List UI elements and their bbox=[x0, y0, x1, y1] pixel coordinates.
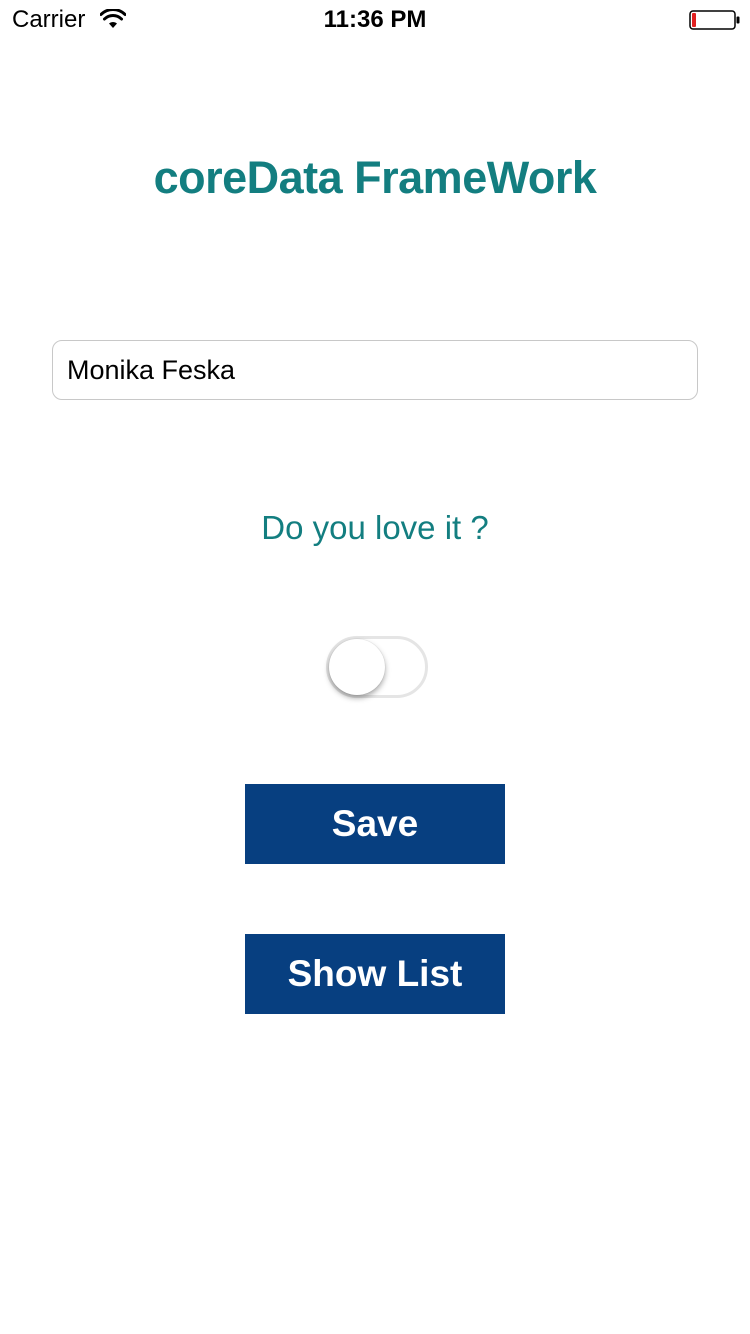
show-list-button[interactable]: Show List bbox=[245, 934, 505, 1014]
battery-low-icon bbox=[689, 10, 740, 30]
toggle-knob bbox=[329, 639, 385, 695]
love-toggle-switch[interactable] bbox=[326, 636, 428, 698]
love-question-label: Do you love it ? bbox=[261, 509, 489, 546]
status-bar: Carrier 11:36 PM bbox=[0, 0, 750, 40]
page-title: coreData FrameWork bbox=[153, 152, 597, 203]
save-button[interactable]: Save bbox=[245, 784, 505, 864]
status-time: 11:36 PM bbox=[323, 6, 427, 33]
name-input[interactable] bbox=[52, 340, 698, 400]
